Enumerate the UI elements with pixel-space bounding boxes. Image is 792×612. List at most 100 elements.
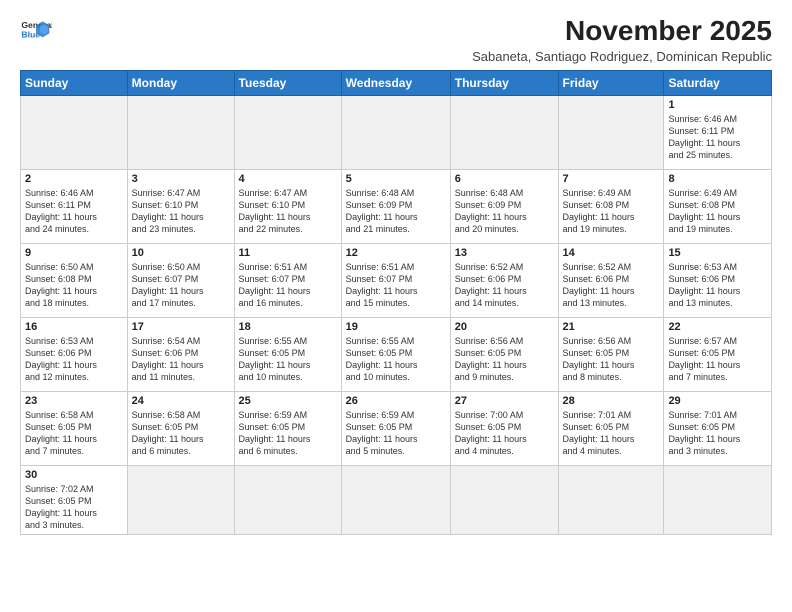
- day-info: Sunrise: 6:56 AM Sunset: 6:05 PM Dayligh…: [455, 335, 554, 384]
- table-row: [234, 465, 341, 535]
- month-title: November 2025: [472, 16, 772, 47]
- day-number: 22: [668, 321, 767, 333]
- logo: General Blue: [20, 16, 52, 48]
- day-number: 3: [132, 173, 230, 185]
- day-info: Sunrise: 6:51 AM Sunset: 6:07 PM Dayligh…: [346, 261, 446, 310]
- table-row: [450, 95, 558, 169]
- header-friday: Friday: [558, 70, 664, 95]
- day-info: Sunrise: 7:01 AM Sunset: 6:05 PM Dayligh…: [563, 409, 660, 458]
- day-info: Sunrise: 6:59 AM Sunset: 6:05 PM Dayligh…: [239, 409, 337, 458]
- table-row: 7 Sunrise: 6:49 AM Sunset: 6:08 PM Daylig…: [558, 169, 664, 243]
- table-row: [341, 465, 450, 535]
- day-number: 8: [668, 173, 767, 185]
- table-row: 5Sunrise: 6:48 AM Sunset: 6:09 PM Daylig…: [341, 169, 450, 243]
- day-info: Sunrise: 6:47 AM Sunset: 6:10 PM Dayligh…: [239, 187, 337, 236]
- day-info: Sunrise: 6:47 AM Sunset: 6:10 PM Dayligh…: [132, 187, 230, 236]
- table-row: 17Sunrise: 6:54 AM Sunset: 6:06 PM Dayli…: [127, 317, 234, 391]
- calendar-week-row: 16 Sunrise: 6:53 AM Sunset: 6:06 PM Dayli…: [21, 317, 772, 391]
- day-number: 13: [455, 247, 554, 259]
- day-info: Sunrise: 6:49 AM Sunset: 6:08 PM Dayligh…: [563, 187, 660, 236]
- calendar-week-row: 9Sunrise: 6:50 AM Sunset: 6:08 PM Daylig…: [21, 243, 772, 317]
- day-info: Sunrise: 6:58 AM Sunset: 6:05 PM Dayligh…: [132, 409, 230, 458]
- table-row: [558, 95, 664, 169]
- table-row: [450, 465, 558, 535]
- day-info: Sunrise: 6:54 AM Sunset: 6:06 PM Dayligh…: [132, 335, 230, 384]
- general-blue-logo-icon: General Blue: [20, 16, 52, 48]
- day-info: Sunrise: 6:56 AM Sunset: 6:05 PM Dayligh…: [563, 335, 660, 384]
- day-info: Sunrise: 6:57 AM Sunset: 6:05 PM Dayligh…: [668, 335, 767, 384]
- table-row: 19Sunrise: 6:55 AM Sunset: 6:05 PM Dayli…: [341, 317, 450, 391]
- table-row: 13Sunrise: 6:52 AM Sunset: 6:06 PM Dayli…: [450, 243, 558, 317]
- day-info: Sunrise: 6:50 AM Sunset: 6:07 PM Dayligh…: [132, 261, 230, 310]
- day-number: 15: [668, 247, 767, 259]
- header-saturday: Saturday: [664, 70, 772, 95]
- day-number: 20: [455, 321, 554, 333]
- day-info: Sunrise: 6:48 AM Sunset: 6:09 PM Dayligh…: [455, 187, 554, 236]
- day-number: 27: [455, 395, 554, 407]
- calendar-week-row: 1Sunrise: 6:46 AM Sunset: 6:11 PM Daylig…: [21, 95, 772, 169]
- day-number: 19: [346, 321, 446, 333]
- day-info: Sunrise: 6:46 AM Sunset: 6:11 PM Dayligh…: [25, 187, 123, 236]
- table-row: 1Sunrise: 6:46 AM Sunset: 6:11 PM Daylig…: [664, 95, 772, 169]
- table-row: 21Sunrise: 6:56 AM Sunset: 6:05 PM Dayli…: [558, 317, 664, 391]
- table-row: [664, 465, 772, 535]
- table-row: [127, 95, 234, 169]
- day-info: Sunrise: 6:53 AM Sunset: 6:06 PM Dayligh…: [25, 335, 123, 384]
- table-row: 12Sunrise: 6:51 AM Sunset: 6:07 PM Dayli…: [341, 243, 450, 317]
- day-number: 6: [455, 173, 554, 185]
- table-row: 4 Sunrise: 6:47 AM Sunset: 6:10 PM Daylig…: [234, 169, 341, 243]
- day-info: Sunrise: 6:53 AM Sunset: 6:06 PM Dayligh…: [668, 261, 767, 310]
- day-number: 5: [346, 173, 446, 185]
- table-row: 26 Sunrise: 6:59 AM Sunset: 6:05 PM Dayli…: [341, 391, 450, 465]
- table-row: 20 Sunrise: 6:56 AM Sunset: 6:05 PM Dayli…: [450, 317, 558, 391]
- day-info: Sunrise: 6:49 AM Sunset: 6:08 PM Dayligh…: [668, 187, 767, 236]
- table-row: 27 Sunrise: 7:00 AM Sunset: 6:05 PM Dayli…: [450, 391, 558, 465]
- table-row: 6 Sunrise: 6:48 AM Sunset: 6:09 PM Daylig…: [450, 169, 558, 243]
- day-number: 4: [239, 173, 337, 185]
- table-row: [234, 95, 341, 169]
- day-number: 25: [239, 395, 337, 407]
- day-info: Sunrise: 6:55 AM Sunset: 6:05 PM Dayligh…: [239, 335, 337, 384]
- day-info: Sunrise: 7:00 AM Sunset: 6:05 PM Dayligh…: [455, 409, 554, 458]
- day-number: 24: [132, 395, 230, 407]
- day-number: 28: [563, 395, 660, 407]
- table-row: 25 Sunrise: 6:59 AM Sunset: 6:05 PM Dayli…: [234, 391, 341, 465]
- day-number: 7: [563, 173, 660, 185]
- day-number: 14: [563, 247, 660, 259]
- calendar-week-row: 30Sunrise: 7:02 AM Sunset: 6:05 PM Dayli…: [21, 465, 772, 535]
- day-number: 9: [25, 247, 123, 259]
- day-number: 16: [25, 321, 123, 333]
- header-sunday: Sunday: [21, 70, 128, 95]
- table-row: 22 Sunrise: 6:57 AM Sunset: 6:05 PM Dayli…: [664, 317, 772, 391]
- table-row: 11 Sunrise: 6:51 AM Sunset: 6:07 PM Dayli…: [234, 243, 341, 317]
- header-monday: Monday: [127, 70, 234, 95]
- table-row: 29Sunrise: 7:01 AM Sunset: 6:05 PM Dayli…: [664, 391, 772, 465]
- header-thursday: Thursday: [450, 70, 558, 95]
- title-area: November 2025 Sabaneta, Santiago Rodrigu…: [472, 16, 772, 64]
- table-row: 10 Sunrise: 6:50 AM Sunset: 6:07 PM Dayli…: [127, 243, 234, 317]
- header-tuesday: Tuesday: [234, 70, 341, 95]
- day-number: 2: [25, 173, 123, 185]
- table-row: 30Sunrise: 7:02 AM Sunset: 6:05 PM Dayli…: [21, 465, 128, 535]
- location-subtitle: Sabaneta, Santiago Rodriguez, Dominican …: [472, 49, 772, 64]
- table-row: 8 Sunrise: 6:49 AM Sunset: 6:08 PM Daylig…: [664, 169, 772, 243]
- day-number: 26: [346, 395, 446, 407]
- calendar-week-row: 23Sunrise: 6:58 AM Sunset: 6:05 PM Dayli…: [21, 391, 772, 465]
- day-info: Sunrise: 6:51 AM Sunset: 6:07 PM Dayligh…: [239, 261, 337, 310]
- day-number: 10: [132, 247, 230, 259]
- calendar-header-row: Sunday Monday Tuesday Wednesday Thursday…: [21, 70, 772, 95]
- day-info: Sunrise: 6:59 AM Sunset: 6:05 PM Dayligh…: [346, 409, 446, 458]
- day-info: Sunrise: 6:52 AM Sunset: 6:06 PM Dayligh…: [563, 261, 660, 310]
- table-row: 9Sunrise: 6:50 AM Sunset: 6:08 PM Daylig…: [21, 243, 128, 317]
- day-number: 29: [668, 395, 767, 407]
- header-wednesday: Wednesday: [341, 70, 450, 95]
- table-row: 18Sunrise: 6:55 AM Sunset: 6:05 PM Dayli…: [234, 317, 341, 391]
- table-row: 28 Sunrise: 7:01 AM Sunset: 6:05 PM Dayli…: [558, 391, 664, 465]
- table-row: 2 Sunrise: 6:46 AM Sunset: 6:11 PM Daylig…: [21, 169, 128, 243]
- table-row: 15 Sunrise: 6:53 AM Sunset: 6:06 PM Dayli…: [664, 243, 772, 317]
- table-row: [127, 465, 234, 535]
- day-number: 30: [25, 469, 123, 481]
- table-row: 24 Sunrise: 6:58 AM Sunset: 6:05 PM Dayli…: [127, 391, 234, 465]
- day-number: 11: [239, 247, 337, 259]
- calendar-week-row: 2 Sunrise: 6:46 AM Sunset: 6:11 PM Daylig…: [21, 169, 772, 243]
